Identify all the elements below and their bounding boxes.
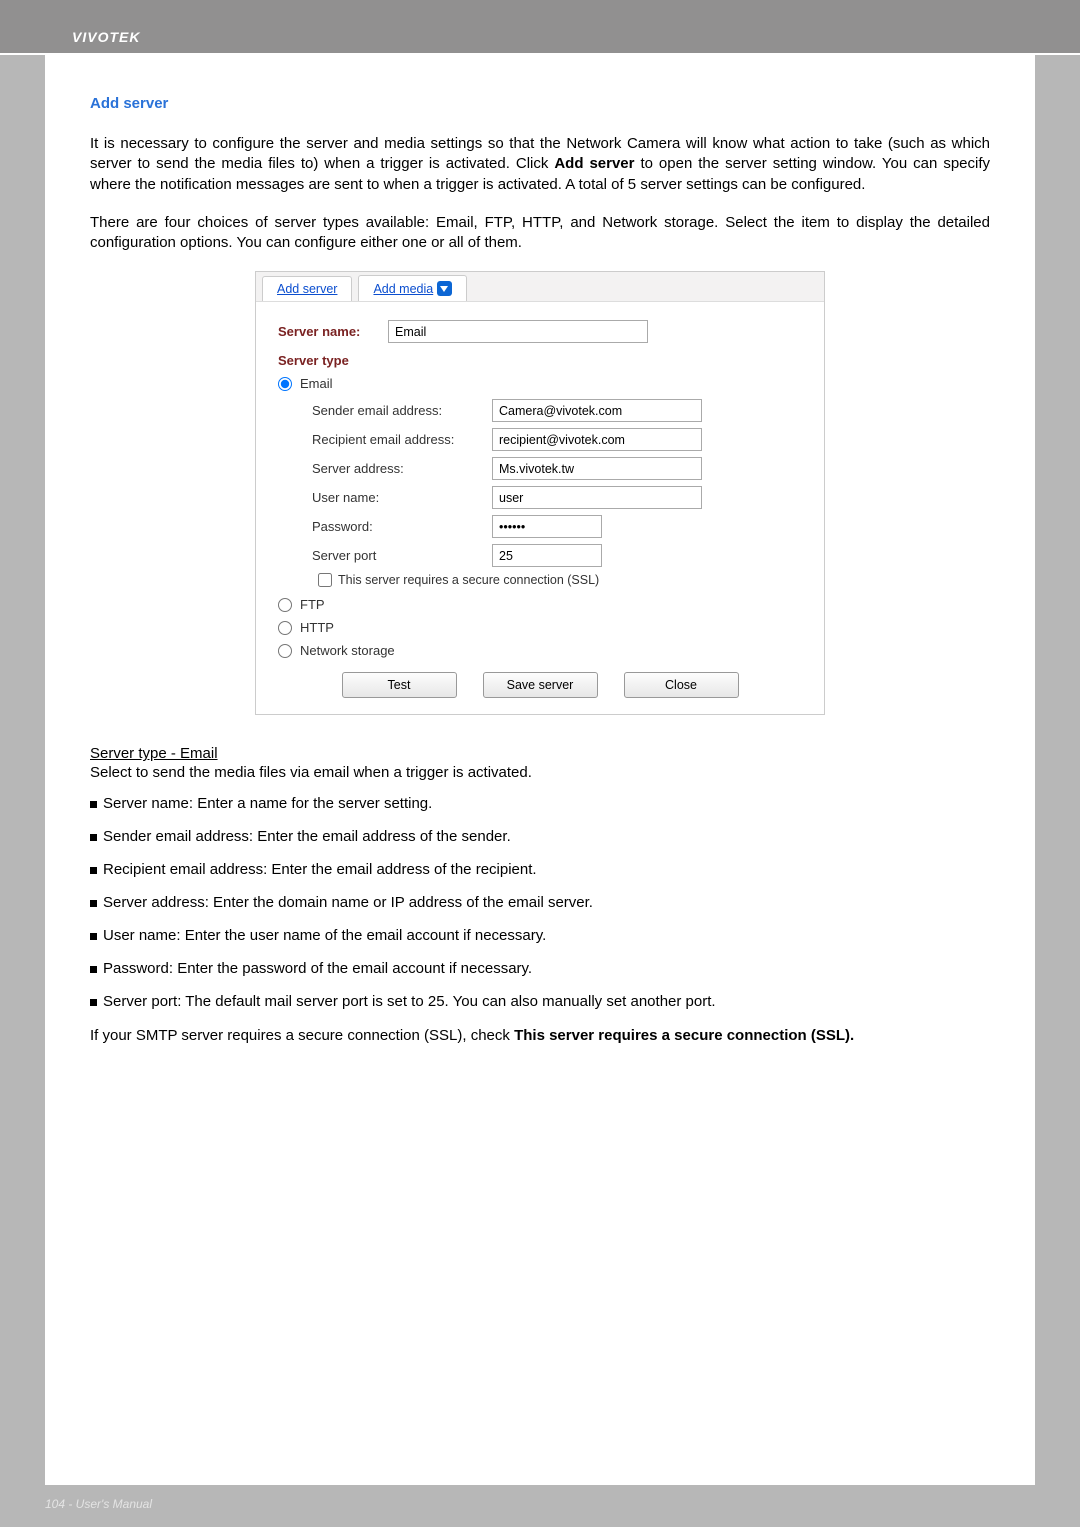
tab-add-server-label: Add server xyxy=(277,282,337,296)
close-button[interactable]: Close xyxy=(624,672,739,698)
sender-label: Sender email address: xyxy=(278,403,492,418)
ssl-label: This server requires a secure connection… xyxy=(338,573,599,587)
p1-bold: Add server xyxy=(554,155,634,172)
closing-a: If your SMTP server requires a secure co… xyxy=(90,1027,514,1044)
tab-add-media-label: Add media xyxy=(373,282,433,296)
server-type-label: Server type xyxy=(278,353,802,368)
dropdown-icon xyxy=(437,281,452,296)
paragraph-1: It is necessary to configure the server … xyxy=(90,134,990,195)
list-item: Server address: Enter the domain name or… xyxy=(90,894,990,911)
server-config-panel: Add server Add media Server name: Server… xyxy=(255,271,825,715)
email-fields: Sender email address: Recipient email ad… xyxy=(278,399,802,587)
server-address-input[interactable] xyxy=(492,457,702,480)
paragraph-2: There are four choices of server types a… xyxy=(90,213,990,254)
password-label: Password: xyxy=(278,519,492,534)
bullet-text: Server port: The default mail server por… xyxy=(103,993,716,1010)
username-input[interactable] xyxy=(492,486,702,509)
bullet-text: Server address: Enter the domain name or… xyxy=(103,894,593,911)
bullet-text: Server name: Enter a name for the server… xyxy=(103,795,432,812)
save-server-button[interactable]: Save server xyxy=(483,672,598,698)
bullet-text: Sender email address: Enter the email ad… xyxy=(103,828,511,845)
test-button[interactable]: Test xyxy=(342,672,457,698)
radio-email-label: Email xyxy=(300,376,333,391)
email-subheading: Server type - Email xyxy=(90,745,990,762)
radio-email[interactable] xyxy=(278,377,292,391)
bullet-list: Server name: Enter a name for the server… xyxy=(90,795,990,1010)
tab-add-server[interactable]: Add server xyxy=(262,276,352,301)
bullet-text: Password: Enter the password of the emai… xyxy=(103,960,532,977)
ssl-checkbox[interactable] xyxy=(318,573,332,587)
radio-network-storage[interactable] xyxy=(278,644,292,658)
port-label: Server port xyxy=(278,548,492,563)
page-footer: 104 - User's Manual xyxy=(45,1497,152,1511)
panel-tabs: Add server Add media xyxy=(256,272,824,302)
server-name-input[interactable] xyxy=(388,320,648,343)
page-content: Add server It is necessary to configure … xyxy=(45,55,1035,1485)
list-item: Sender email address: Enter the email ad… xyxy=(90,828,990,845)
radio-http[interactable] xyxy=(278,621,292,635)
bullet-text: User name: Enter the user name of the em… xyxy=(103,927,546,944)
list-item: Recipient email address: Enter the email… xyxy=(90,861,990,878)
email-intro: Select to send the media files via email… xyxy=(90,764,990,781)
port-input[interactable] xyxy=(492,544,602,567)
square-bullet-icon xyxy=(90,867,97,874)
recipient-input[interactable] xyxy=(492,428,702,451)
radio-ftp-label: FTP xyxy=(300,597,325,612)
square-bullet-icon xyxy=(90,933,97,940)
radio-network-label: Network storage xyxy=(300,643,395,658)
square-bullet-icon xyxy=(90,834,97,841)
tab-add-media[interactable]: Add media xyxy=(358,275,467,301)
server-address-label: Server address: xyxy=(278,461,492,476)
list-item: Server port: The default mail server por… xyxy=(90,993,990,1010)
square-bullet-icon xyxy=(90,801,97,808)
recipient-label: Recipient email address: xyxy=(278,432,492,447)
radio-ftp[interactable] xyxy=(278,598,292,612)
sender-input[interactable] xyxy=(492,399,702,422)
username-label: User name: xyxy=(278,490,492,505)
bullet-text: Recipient email address: Enter the email… xyxy=(103,861,537,878)
server-name-label: Server name: xyxy=(278,324,388,339)
radio-http-label: HTTP xyxy=(300,620,334,635)
section-title: Add server xyxy=(90,95,990,112)
closing-paragraph: If your SMTP server requires a secure co… xyxy=(90,1026,990,1046)
square-bullet-icon xyxy=(90,966,97,973)
list-item: Password: Enter the password of the emai… xyxy=(90,960,990,977)
closing-b: This server requires a secure connection… xyxy=(514,1027,854,1044)
list-item: Server name: Enter a name for the server… xyxy=(90,795,990,812)
header-band: VIVOTEK xyxy=(0,0,1080,55)
brand-logo: VIVOTEK xyxy=(72,29,140,45)
list-item: User name: Enter the user name of the em… xyxy=(90,927,990,944)
square-bullet-icon xyxy=(90,900,97,907)
password-input[interactable] xyxy=(492,515,602,538)
panel-body: Server name: Server type Email Sender em… xyxy=(256,302,824,714)
square-bullet-icon xyxy=(90,999,97,1006)
